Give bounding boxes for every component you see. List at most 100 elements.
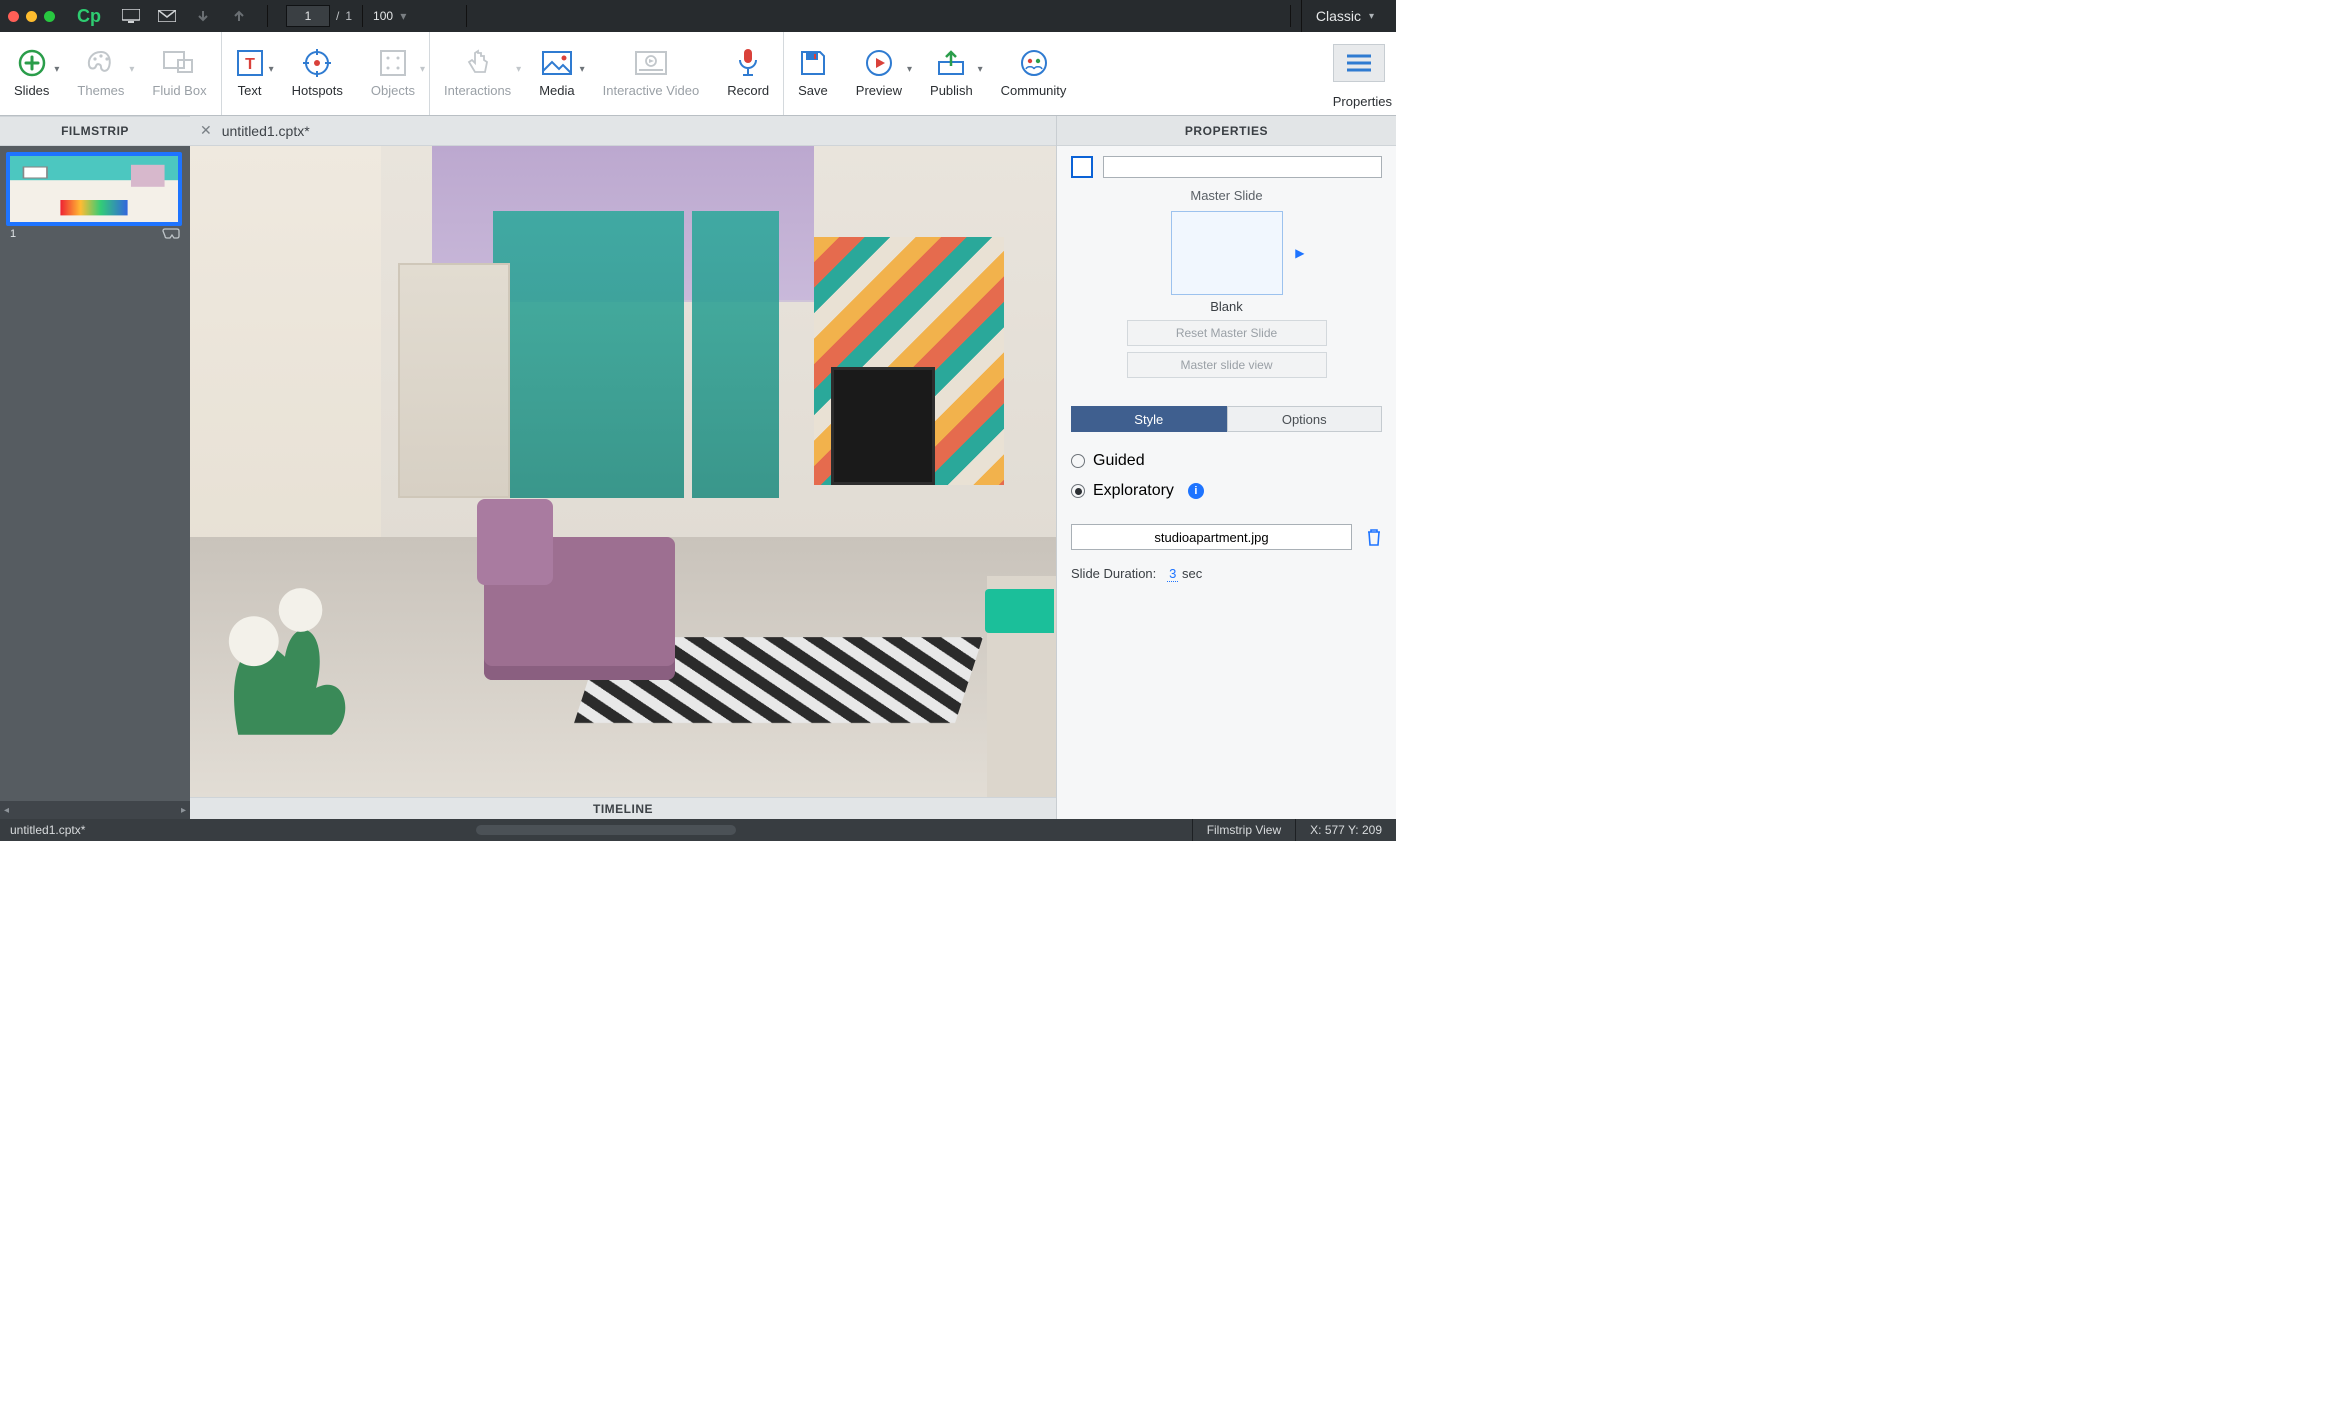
- info-icon[interactable]: i: [1188, 483, 1204, 499]
- chevron-down-icon[interactable]: ▶: [1295, 246, 1304, 260]
- scroll-right-icon[interactable]: ▸: [181, 805, 186, 816]
- hotspots-button[interactable]: Hotspots: [278, 32, 357, 115]
- workspace-label: Classic: [1316, 8, 1361, 24]
- toolbar-label: Fluid Box: [152, 83, 206, 98]
- toolbar-label: Save: [798, 83, 828, 98]
- mail-icon[interactable]: [157, 10, 177, 22]
- slide-thumbnail[interactable]: [6, 152, 182, 226]
- menubar-divider: [267, 5, 268, 27]
- toolbar-label: Interactive Video: [603, 83, 700, 98]
- captivate-logo-icon: Cp: [77, 6, 101, 27]
- interactions-button: ▾ Interactions: [430, 32, 525, 115]
- chevron-down-icon: ▾: [129, 64, 134, 75]
- menubar-divider: [466, 5, 467, 27]
- people-icon: [1019, 49, 1049, 77]
- chevron-down-icon: ▾: [978, 64, 983, 75]
- video-play-icon: [635, 49, 667, 77]
- toolbar-label: Text: [238, 83, 262, 98]
- close-tab-icon[interactable]: ✕: [200, 122, 212, 139]
- chevron-down-icon: ▾: [269, 64, 274, 75]
- plus-circle-icon: [17, 49, 47, 77]
- duration-label: Slide Duration:: [1071, 566, 1156, 581]
- community-button[interactable]: Community: [987, 32, 1081, 115]
- slide-canvas[interactable]: [190, 146, 1056, 797]
- slide-name-input[interactable]: [1103, 156, 1382, 178]
- slide-duration-row: Slide Duration: 3 sec: [1071, 566, 1382, 581]
- chevron-down-icon: ▾: [1369, 11, 1374, 22]
- toolbar-label: Publish: [930, 83, 973, 98]
- record-button[interactable]: Record: [713, 32, 783, 115]
- slides-button[interactable]: ▾ Slides: [0, 32, 63, 115]
- save-button[interactable]: Save: [784, 32, 842, 115]
- publish-button[interactable]: ▾ Publish: [916, 32, 987, 115]
- master-slide-label: Master Slide: [1071, 188, 1382, 203]
- zoom-value[interactable]: 100 ▾: [373, 9, 406, 23]
- status-bar: untitled1.cptx* Filmstrip View X: 577 Y:…: [0, 819, 1396, 841]
- document-tab[interactable]: untitled1.cptx*: [222, 123, 310, 139]
- properties-tabs: Style Options: [1071, 406, 1382, 432]
- text-button[interactable]: T ▾ Text: [222, 32, 278, 115]
- tab-options[interactable]: Options: [1227, 406, 1383, 432]
- radio-checked-icon: [1071, 484, 1085, 498]
- fluid-box-icon: [163, 49, 195, 77]
- menubar-divider: [362, 5, 363, 27]
- close-window-icon[interactable]: [8, 11, 19, 22]
- scroll-left-icon[interactable]: ◂: [4, 805, 9, 816]
- hotspot-icon: [302, 49, 332, 77]
- slide-image: [190, 146, 1056, 797]
- main-area: ✕ untitled1.cptx* TIMELINE: [190, 116, 1056, 819]
- exploratory-radio-row[interactable]: Exploratory i: [1071, 482, 1382, 500]
- page-total: 1: [345, 9, 352, 23]
- reset-master-slide-button[interactable]: Reset Master Slide: [1127, 320, 1327, 346]
- objects-button: ▾ Objects: [357, 32, 429, 115]
- vr-goggles-icon: [162, 228, 180, 240]
- timeline-bar[interactable]: TIMELINE: [190, 797, 1056, 819]
- preview-button[interactable]: ▾ Preview: [842, 32, 916, 115]
- toolbar-label: Themes: [77, 83, 124, 98]
- master-slide-view-button[interactable]: Master slide view: [1127, 352, 1327, 378]
- guided-radio-row[interactable]: Guided: [1071, 452, 1382, 470]
- properties-panel: PROPERTIES Master Slide ▶ Blank Reset Ma…: [1056, 116, 1396, 819]
- tab-style[interactable]: Style: [1071, 406, 1227, 432]
- toolbar-label: Properties: [1333, 94, 1392, 109]
- media-button[interactable]: ▾ Media: [525, 32, 588, 115]
- document-tab-bar: ✕ untitled1.cptx*: [190, 116, 1056, 146]
- grid-icon: [380, 49, 406, 77]
- workspace-selector[interactable]: Classic ▾: [1301, 0, 1388, 32]
- chevron-down-icon: ▾: [400, 9, 406, 23]
- zoom-number: 100: [373, 9, 393, 23]
- filmstrip-panel: FILMSTRIP 1 ◂ ▸: [0, 116, 190, 819]
- minimize-window-icon[interactable]: [26, 11, 37, 22]
- filmstrip-scrollbar[interactable]: ◂ ▸: [0, 801, 190, 819]
- filmstrip-title: FILMSTRIP: [0, 116, 190, 146]
- toolbar: ▾ Slides ▾ Themes Fluid Box T ▾ Text Hot…: [0, 32, 1396, 116]
- slide-number: 1: [10, 228, 16, 240]
- status-coords: X: 577 Y: 209: [1295, 819, 1396, 841]
- toolbar-label: Preview: [856, 83, 902, 98]
- text-icon: T: [236, 49, 264, 77]
- status-handle[interactable]: [476, 825, 736, 835]
- duration-unit: sec: [1182, 566, 1202, 581]
- master-slide-thumbnail[interactable]: [1171, 211, 1283, 295]
- toolbar-label: Media: [539, 83, 574, 98]
- chevron-down-icon: ▾: [907, 64, 912, 75]
- page-indicator: / 1: [286, 5, 352, 27]
- themes-button: ▾ Themes: [63, 32, 138, 115]
- background-file-input[interactable]: [1071, 524, 1352, 550]
- display-icon[interactable]: [121, 9, 141, 23]
- upload-icon: [937, 49, 965, 77]
- status-view: Filmstrip View: [1192, 819, 1295, 841]
- properties-toggle[interactable]: Properties: [1319, 32, 1396, 115]
- slide-number-row: 1: [10, 228, 190, 240]
- play-circle-icon: [865, 49, 893, 77]
- trash-icon[interactable]: [1366, 528, 1382, 546]
- fluid-box-button: Fluid Box: [138, 32, 220, 115]
- exploratory-label: Exploratory: [1093, 482, 1174, 500]
- object-type-icon[interactable]: [1071, 156, 1093, 178]
- duration-value[interactable]: 3: [1167, 566, 1178, 582]
- page-separator: /: [336, 9, 339, 23]
- maximize-window-icon[interactable]: [44, 11, 55, 22]
- chevron-down-icon: ▾: [54, 64, 59, 75]
- microphone-icon: [737, 49, 759, 77]
- page-current-input[interactable]: [286, 5, 330, 27]
